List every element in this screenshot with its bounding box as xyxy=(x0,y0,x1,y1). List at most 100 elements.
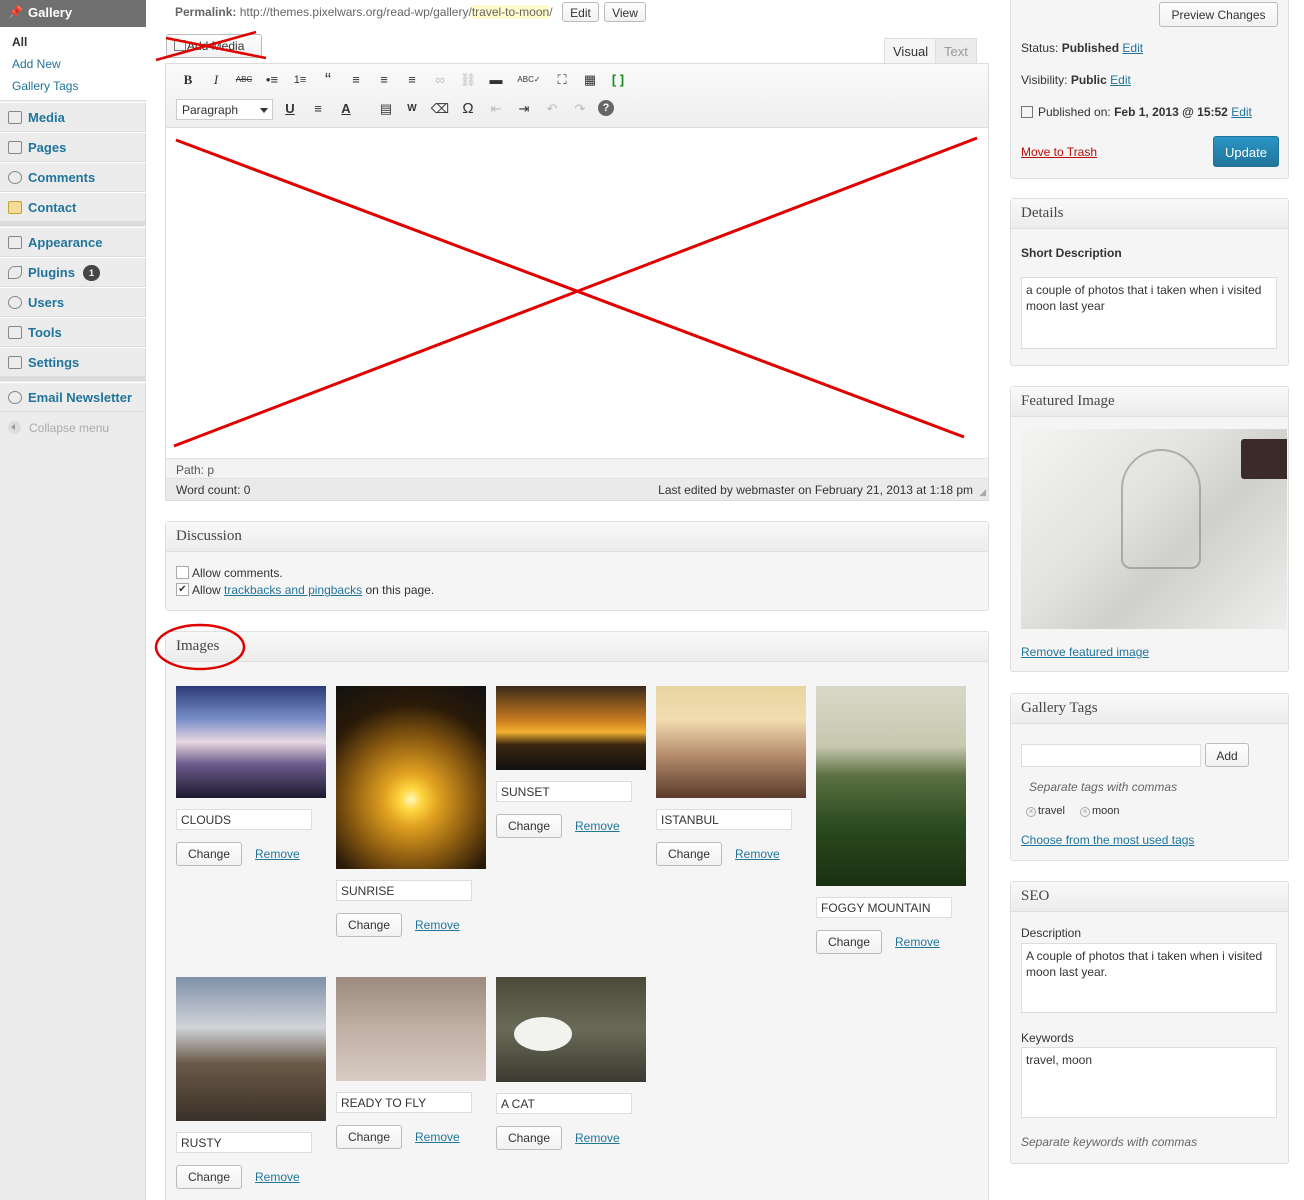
tag-travel: × travel xyxy=(1026,805,1065,817)
read-more-icon[interactable]: ▬ xyxy=(486,71,506,89)
sidebar-item-tools[interactable]: Tools xyxy=(0,317,146,347)
image-title-field[interactable]: CLOUDS xyxy=(176,809,312,830)
sidebar-item-users[interactable]: Users xyxy=(0,287,146,317)
image-title-field[interactable]: READY TO FLY xyxy=(336,1092,472,1113)
clear-formatting-icon[interactable]: ⌫ xyxy=(430,100,450,118)
sidebar-item-settings[interactable]: Settings xyxy=(0,347,146,377)
image-title-field[interactable]: RUSTY xyxy=(176,1132,312,1153)
remove-image-link[interactable]: Remove xyxy=(255,1170,300,1184)
image-title-field[interactable]: FOGGY MOUNTAIN xyxy=(816,897,952,918)
kitchen-sink-icon[interactable]: ▦ xyxy=(580,71,600,89)
change-image-button[interactable]: Change xyxy=(176,1165,242,1189)
resize-handle-icon[interactable]: ◢ xyxy=(979,487,986,498)
allow-comments-checkbox[interactable] xyxy=(176,566,189,579)
permalink-view-button[interactable]: View xyxy=(604,2,646,22)
preview-changes-button[interactable]: Preview Changes xyxy=(1159,2,1278,27)
justify-icon[interactable]: ≡ xyxy=(308,100,328,118)
change-image-button[interactable]: Change xyxy=(336,913,402,937)
redo-icon[interactable]: ↷ xyxy=(570,100,590,118)
trackbacks-link[interactable]: trackbacks and pingbacks xyxy=(224,583,362,597)
align-center-icon[interactable]: ≡ xyxy=(374,71,394,89)
strikethrough-icon[interactable]: ABC xyxy=(234,71,254,89)
remove-image-link[interactable]: Remove xyxy=(415,1130,460,1144)
image-thumbnail-istanbul xyxy=(656,686,806,798)
image-title-field[interactable]: SUNSET xyxy=(496,781,632,802)
submenu-gallery-tags[interactable]: Gallery Tags xyxy=(12,79,78,93)
new-tag-input[interactable] xyxy=(1021,744,1201,767)
sidebar-item-plugins[interactable]: Plugins 1 xyxy=(0,257,146,287)
image-title-field[interactable]: SUNRISE xyxy=(336,880,472,901)
outdent-icon[interactable]: ⇤ xyxy=(486,100,506,118)
permalink-edit-button[interactable]: Edit xyxy=(562,2,599,22)
remove-image-link[interactable]: Remove xyxy=(575,819,620,833)
special-character-icon[interactable]: Ω xyxy=(458,100,478,118)
editor-content-area[interactable] xyxy=(166,129,988,458)
remove-tag-icon[interactable]: × xyxy=(1026,807,1036,817)
remove-image-link[interactable]: Remove xyxy=(735,847,780,861)
remove-image-link[interactable]: Remove xyxy=(415,918,460,932)
numbered-list-icon[interactable]: 1≡ xyxy=(290,71,310,89)
move-to-trash-link[interactable]: Move to Trash xyxy=(1021,145,1097,159)
change-image-button[interactable]: Change xyxy=(496,814,562,838)
remove-tag-icon[interactable]: × xyxy=(1080,807,1090,817)
allow-pings-checkbox[interactable]: ✔ xyxy=(176,583,189,596)
text-color-icon[interactable]: A xyxy=(336,100,356,118)
tab-text[interactable]: Text xyxy=(935,38,977,64)
sidebar-item-gallery[interactable]: 📌 Gallery xyxy=(0,0,154,27)
update-button[interactable]: Update xyxy=(1213,136,1279,167)
align-left-icon[interactable]: ≡ xyxy=(346,71,366,89)
change-image-button[interactable]: Change xyxy=(656,842,722,866)
paste-word-icon[interactable]: W xyxy=(402,100,422,118)
sidebar-item-media[interactable]: Media xyxy=(0,102,146,132)
choose-most-used-tags-link[interactable]: Choose from the most used tags xyxy=(1021,833,1194,847)
shortcode-icon[interactable]: [ ] xyxy=(608,71,628,89)
italic-icon[interactable]: I xyxy=(206,71,226,89)
bold-icon[interactable]: B xyxy=(178,71,198,89)
sidebar-item-contact[interactable]: Contact xyxy=(0,192,146,222)
submenu-add-new[interactable]: Add New xyxy=(12,57,61,71)
blockquote-icon[interactable]: “ xyxy=(318,71,338,89)
remove-image-link[interactable]: Remove xyxy=(895,935,940,949)
tab-visual[interactable]: Visual xyxy=(884,38,938,64)
remove-featured-image-link[interactable]: Remove featured image xyxy=(1021,645,1149,659)
image-title-field[interactable]: A CAT xyxy=(496,1093,632,1114)
change-image-button[interactable]: Change xyxy=(496,1126,562,1150)
remove-image-link[interactable]: Remove xyxy=(255,847,300,861)
change-image-button[interactable]: Change xyxy=(816,930,882,954)
image-title-field[interactable]: ISTANBUL xyxy=(656,809,792,830)
published-edit-link[interactable]: Edit xyxy=(1231,105,1252,119)
add-tag-button[interactable]: Add xyxy=(1205,743,1249,767)
remove-image-link[interactable]: Remove xyxy=(575,1131,620,1145)
change-image-button[interactable]: Change xyxy=(336,1125,402,1149)
spellcheck-icon[interactable]: ABC✓ xyxy=(514,71,544,89)
sidebar-item-appearance[interactable]: Appearance xyxy=(0,227,146,257)
featured-image-thumbnail[interactable] xyxy=(1021,429,1287,629)
format-select[interactable]: Paragraph xyxy=(176,99,273,120)
status-label: Status: xyxy=(1021,41,1059,55)
sidebar-item-pages[interactable]: Pages xyxy=(0,132,146,162)
seo-keywords-textarea[interactable]: travel, moon xyxy=(1021,1047,1277,1118)
help-icon[interactable]: ? xyxy=(598,100,614,116)
indent-icon[interactable]: ⇥ xyxy=(514,100,534,118)
seo-description-textarea[interactable]: A couple of photos that i taken when i v… xyxy=(1021,943,1277,1013)
visibility-edit-link[interactable]: Edit xyxy=(1110,73,1131,87)
paste-text-icon[interactable]: ▤ xyxy=(376,100,396,118)
status-edit-link[interactable]: Edit xyxy=(1122,41,1143,55)
sidebar-item-email-newsletter[interactable]: Email Newsletter xyxy=(0,382,146,412)
align-right-icon[interactable]: ≡ xyxy=(402,71,422,89)
undo-icon[interactable]: ↶ xyxy=(542,100,562,118)
seo-title: SEO xyxy=(1011,882,1288,912)
permalink-slug[interactable]: travel-to-moon xyxy=(471,5,550,19)
submenu-all[interactable]: All xyxy=(12,35,27,49)
insert-link-icon[interactable]: ∞ xyxy=(430,71,450,89)
unlink-icon[interactable]: ⛓ xyxy=(458,71,478,89)
add-media-button[interactable]: Add Media xyxy=(166,34,262,58)
fullscreen-icon[interactable]: ⛶ xyxy=(552,71,572,89)
change-image-button[interactable]: Change xyxy=(176,842,242,866)
bullet-list-icon[interactable]: •≡ xyxy=(262,71,282,89)
underline-icon[interactable]: U xyxy=(280,100,300,118)
sidebar-item-comments[interactable]: Comments xyxy=(0,162,146,192)
status-row: Status: Published Edit xyxy=(1021,41,1143,55)
short-description-textarea[interactable]: a couple of photos that i taken when i v… xyxy=(1021,277,1277,349)
collapse-menu[interactable]: Collapse menu xyxy=(8,421,109,435)
